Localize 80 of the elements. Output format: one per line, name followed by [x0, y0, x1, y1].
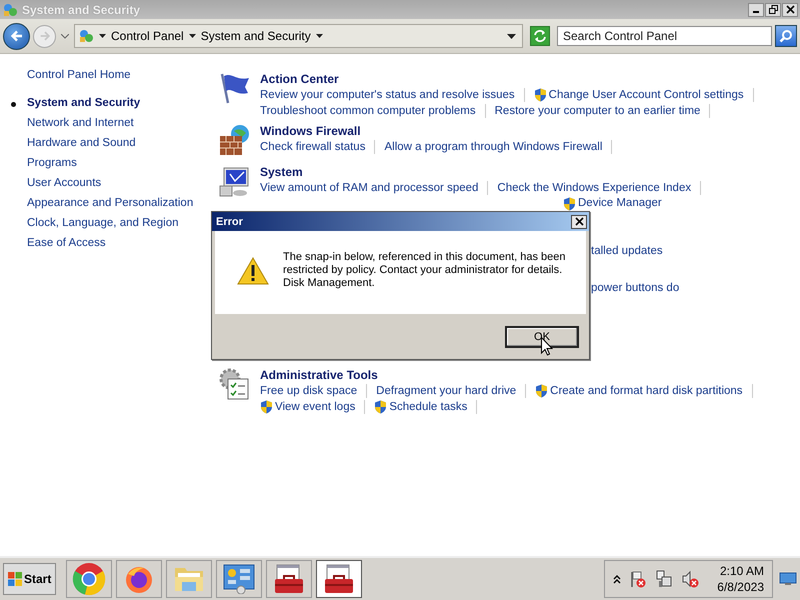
- close-button[interactable]: [782, 2, 798, 16]
- task-link[interactable]: Schedule tasks: [389, 399, 468, 415]
- close-button[interactable]: [571, 214, 587, 228]
- close-icon: [574, 217, 584, 226]
- caret-icon[interactable]: [188, 34, 196, 38]
- task-link[interactable]: Check firewall status: [260, 139, 366, 155]
- chrome-icon: [72, 562, 106, 596]
- task-link[interactable]: power buttons do: [591, 281, 680, 296]
- search-icon: [779, 29, 793, 43]
- taskbar-button[interactable]: [266, 560, 312, 598]
- dialog-title: Error: [216, 216, 243, 228]
- network-icon[interactable]: [655, 570, 674, 588]
- search-field[interactable]: Search Control Panel: [557, 26, 772, 46]
- task-link[interactable]: talled updates: [591, 244, 663, 259]
- sidebar-item[interactable]: Hardware and Sound: [27, 137, 136, 149]
- refresh-icon: [533, 29, 547, 43]
- task-link[interactable]: Free up disk space: [260, 383, 358, 399]
- flag-icon: [218, 71, 252, 105]
- forward-arrow-icon: [38, 30, 50, 42]
- firewall-icon: [218, 123, 252, 157]
- speaker-icon[interactable]: [681, 570, 700, 588]
- taskbar-button[interactable]: [116, 560, 162, 598]
- sidebar-item[interactable]: Programs: [27, 157, 77, 169]
- task-link[interactable]: Restore your computer to an earlier time: [494, 103, 700, 119]
- search-button[interactable]: [775, 25, 797, 47]
- restore-icon: [768, 5, 778, 14]
- window-title: System and Security: [22, 2, 140, 16]
- warning-icon: [237, 257, 269, 285]
- task-link[interactable]: Change User Account Control settings: [548, 87, 744, 103]
- breadcrumb[interactable]: System and Security: [200, 29, 311, 43]
- caret-icon[interactable]: [99, 34, 106, 38]
- task-link[interactable]: Troubleshoot common computer problems: [260, 103, 476, 119]
- address-bar[interactable]: Control Panel System and Security: [74, 24, 523, 48]
- control-panel-icon: [2, 2, 18, 18]
- control-panel-icon: [78, 28, 94, 44]
- breadcrumb[interactable]: Control Panel: [111, 29, 184, 43]
- task-link[interactable]: Create and format hard disk partitions: [550, 383, 743, 399]
- sidebar-item[interactable]: User Accounts: [27, 177, 102, 189]
- clock-time[interactable]: 2:10 AM: [720, 563, 764, 579]
- sidebar-item[interactable]: System and Security: [27, 97, 140, 109]
- control-panel-icon: [223, 564, 256, 594]
- sidebar-item[interactable]: Ease of Access: [27, 237, 106, 249]
- ok-button[interactable]: OK: [505, 326, 579, 348]
- task-link[interactable]: View amount of RAM and processor speed: [260, 180, 478, 196]
- firefox-icon: [124, 564, 154, 594]
- minimize-button[interactable]: [748, 2, 764, 16]
- show-desktop-icon[interactable]: [779, 572, 797, 586]
- taskbar-button[interactable]: [316, 560, 362, 598]
- dropdown-icon[interactable]: [507, 34, 516, 38]
- back-button[interactable]: [3, 22, 30, 50]
- sidebar-item[interactable]: Clock, Language, and Region: [27, 217, 179, 229]
- clock-date[interactable]: 6/8/2023: [717, 579, 764, 595]
- back-arrow-icon: [10, 29, 24, 43]
- sidebar-item[interactable]: Network and Internet: [27, 117, 134, 129]
- taskbar-button[interactable]: [216, 560, 262, 598]
- windows-logo-icon: [8, 572, 22, 586]
- taskbar-button[interactable]: [66, 560, 112, 598]
- close-icon: [786, 5, 794, 14]
- snap-in-name: Disk Management.: [283, 277, 376, 290]
- caret-icon[interactable]: [316, 34, 323, 38]
- sidebar-item[interactable]: Appearance and Personalization: [27, 197, 194, 209]
- restore-button[interactable]: [765, 2, 781, 16]
- task-link[interactable]: Defragment your hard drive: [376, 383, 516, 399]
- sidebar-link[interactable]: Control Panel Home: [27, 69, 200, 81]
- section-title[interactable]: Administrative Tools: [260, 367, 762, 383]
- start-button[interactable]: Start: [3, 563, 56, 595]
- section-title[interactable]: System: [260, 164, 710, 180]
- toolbox-icon: [323, 564, 356, 594]
- task-link[interactable]: Device Manager: [578, 196, 662, 211]
- error-message: The snap-in below, referenced in this document, has been restricted by policy. Contact your administrator for details.: [283, 251, 567, 277]
- chevron-icon[interactable]: [613, 574, 622, 584]
- section-title[interactable]: Windows Firewall: [260, 123, 622, 139]
- task-link[interactable]: Allow a program through Windows Firewall: [384, 139, 602, 155]
- task-link[interactable]: View event logs: [275, 399, 356, 415]
- toolbox-icon: [273, 564, 306, 594]
- flag-icon[interactable]: [629, 570, 648, 588]
- refresh-button[interactable]: [530, 26, 550, 46]
- section-title[interactable]: Action Center: [260, 71, 763, 87]
- task-link[interactable]: Review your computer's status and resolve issues: [260, 87, 515, 103]
- task-link[interactable]: Check the Windows Experience Index: [497, 180, 692, 196]
